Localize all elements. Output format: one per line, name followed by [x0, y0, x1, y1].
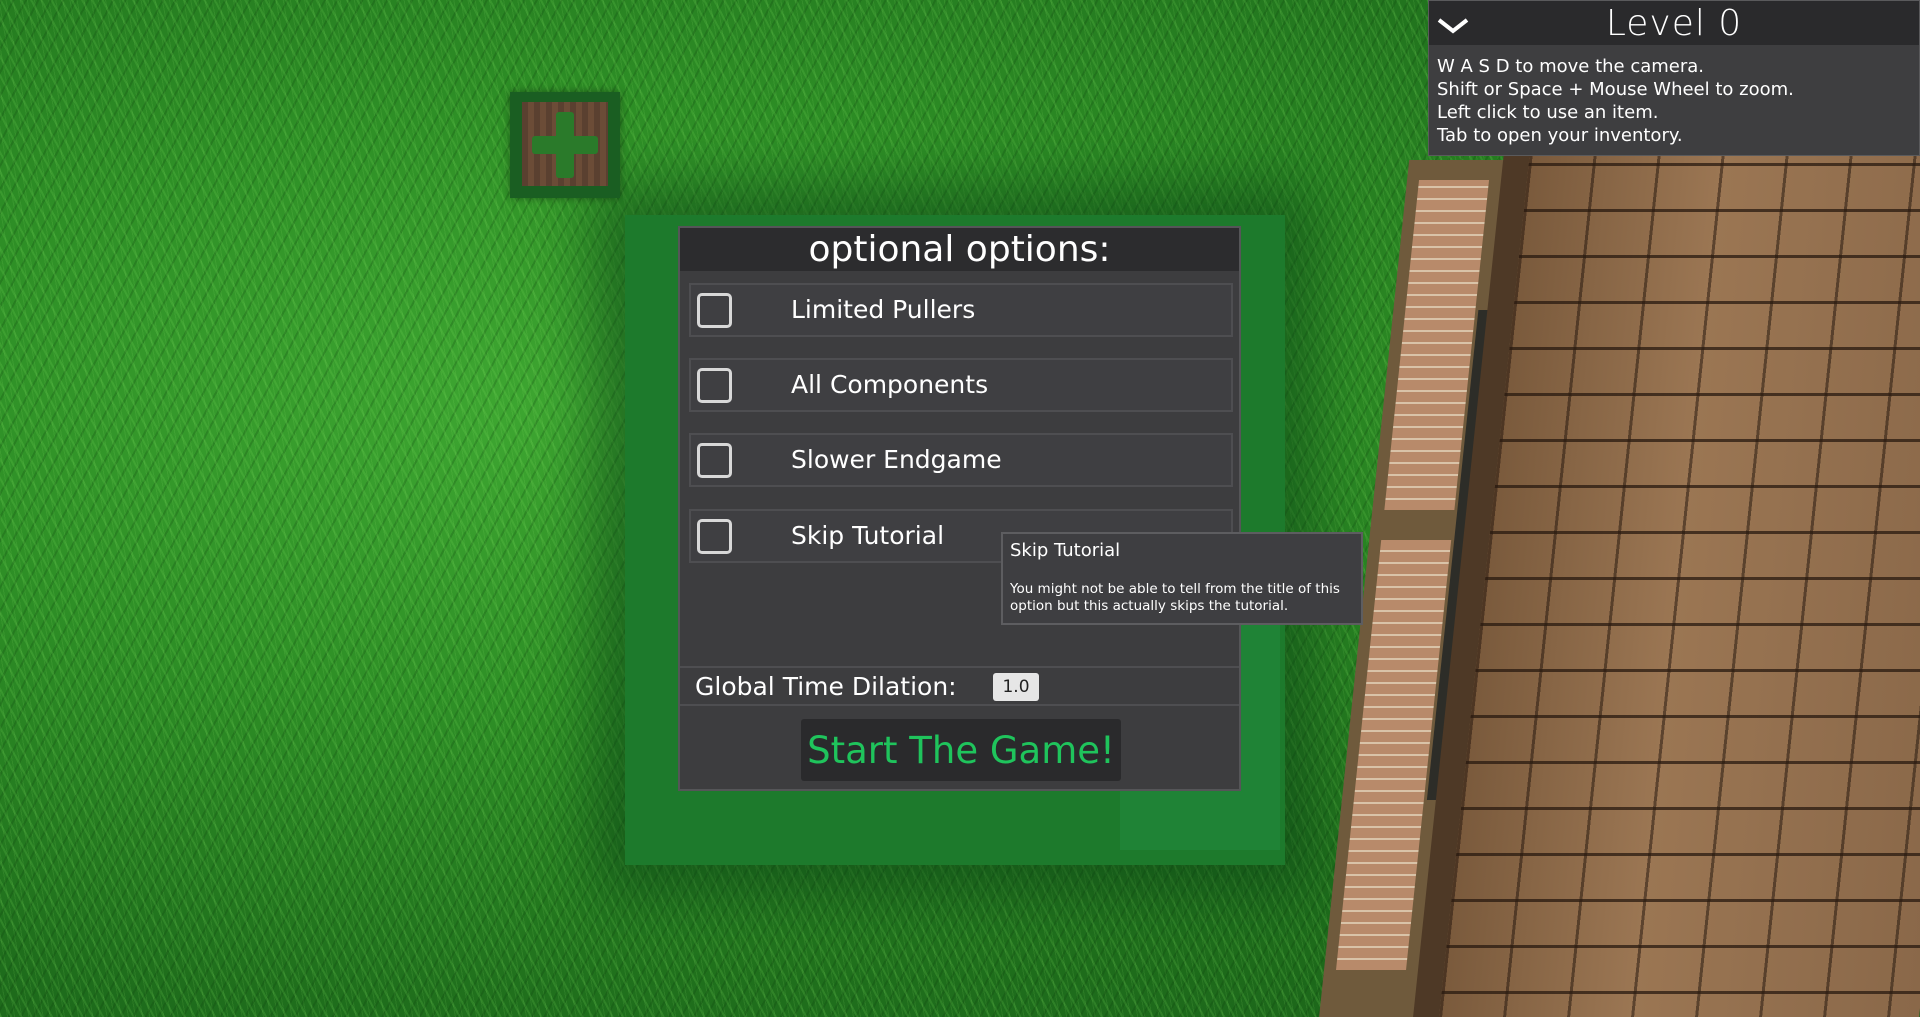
- time-dilation-input[interactable]: [993, 673, 1039, 701]
- checkbox[interactable]: [697, 368, 732, 403]
- start-game-button[interactable]: Start The Game!: [801, 719, 1121, 781]
- checkbox[interactable]: [697, 519, 732, 554]
- tooltip: Skip Tutorial You might not be able to t…: [1001, 532, 1363, 625]
- tooltip-title: Skip Tutorial: [1010, 540, 1121, 561]
- instruction-use: Left click to use an item.: [1437, 102, 1659, 123]
- level-header: Level 0: [1429, 1, 1919, 45]
- option-all-components[interactable]: All Components: [689, 358, 1233, 412]
- option-label: Limited Pullers: [791, 295, 976, 324]
- instruction-zoom: Shift or Space + Mouse Wheel to zoom.: [1437, 79, 1794, 100]
- instruction-move: W A S D to move the camera.: [1437, 56, 1705, 77]
- checkbox[interactable]: [697, 443, 732, 478]
- level-title: Level 0: [1605, 3, 1743, 44]
- option-label: Skip Tutorial: [791, 521, 945, 550]
- option-label: Slower Endgame: [791, 445, 1002, 474]
- option-label: All Components: [791, 370, 989, 399]
- chevron-down-icon[interactable]: [1435, 11, 1471, 39]
- level-panel: Level 0 W A S D to move the camera. Shif…: [1428, 0, 1920, 156]
- tooltip-body: You might not be able to tell from the t…: [1010, 581, 1340, 614]
- checkbox[interactable]: [697, 293, 732, 328]
- plus-horizontal: [532, 136, 598, 154]
- option-slower-endgame[interactable]: Slower Endgame: [689, 433, 1233, 487]
- options-dialog: optional options: Limited Pullers All Co…: [678, 226, 1241, 791]
- instructions-list: W A S D to move the camera. Shift or Spa…: [1437, 55, 1794, 147]
- instruction-inventory: Tab to open your inventory.: [1437, 125, 1683, 146]
- dialog-title: optional options:: [680, 228, 1239, 271]
- plus-crate-icon[interactable]: [510, 92, 620, 198]
- building: [1307, 120, 1920, 1017]
- option-limited-pullers[interactable]: Limited Pullers: [689, 283, 1233, 337]
- time-dilation-label: Global Time Dilation:: [695, 672, 957, 701]
- time-dilation-row: Global Time Dilation:: [680, 666, 1239, 706]
